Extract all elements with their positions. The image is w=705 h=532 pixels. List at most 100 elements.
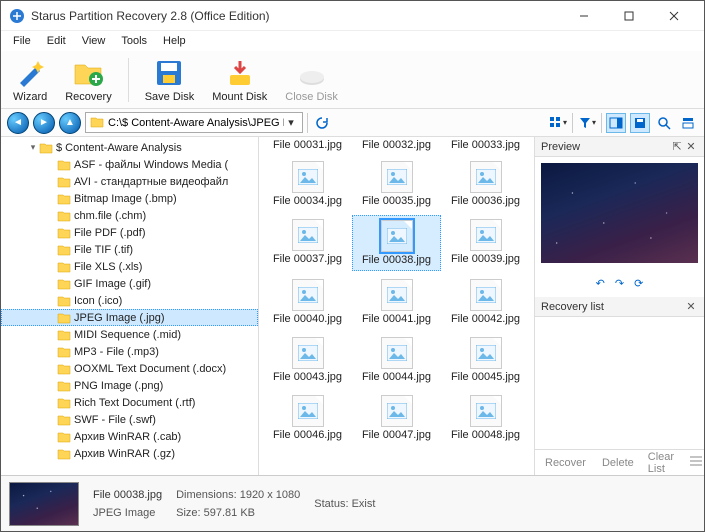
maximize-button[interactable] bbox=[606, 2, 651, 30]
wizard-button[interactable]: Wizard bbox=[7, 55, 53, 105]
recover-button[interactable]: Recover bbox=[539, 455, 592, 471]
clear-list-button[interactable]: Clear List bbox=[642, 449, 680, 476]
file-item[interactable]: File 00037.jpg bbox=[263, 215, 352, 271]
options-button[interactable] bbox=[678, 113, 698, 133]
folder-icon bbox=[57, 346, 71, 358]
folder-icon bbox=[90, 116, 104, 130]
file-item[interactable]: File 00036.jpg bbox=[441, 157, 530, 211]
image-file-icon bbox=[470, 395, 502, 427]
folder-icon bbox=[57, 261, 71, 273]
menu-help[interactable]: Help bbox=[155, 33, 194, 49]
minimize-button[interactable] bbox=[561, 2, 606, 30]
tree-item[interactable]: File PDF (.pdf) bbox=[1, 224, 258, 241]
view-options-button[interactable]: ▾ bbox=[548, 113, 568, 133]
image-file-icon bbox=[470, 219, 502, 251]
preview-pin-icon[interactable]: ⇱ bbox=[670, 140, 684, 153]
preview-image bbox=[541, 163, 698, 263]
image-file-icon bbox=[381, 220, 413, 252]
list-view-icon[interactable] bbox=[684, 454, 704, 471]
window-title: Starus Partition Recovery 2.8 (Office Ed… bbox=[31, 9, 561, 23]
close-button[interactable] bbox=[651, 2, 696, 30]
rotate-left-icon[interactable]: ↶ bbox=[596, 277, 605, 290]
tree-item[interactable]: Архив WinRAR (.cab) bbox=[1, 428, 258, 445]
save-disk-button[interactable]: Save Disk bbox=[139, 55, 201, 105]
tree-item[interactable]: chm.file (.chm) bbox=[1, 207, 258, 224]
menu-view[interactable]: View bbox=[74, 33, 114, 49]
file-item[interactable]: File 00039.jpg bbox=[441, 215, 530, 271]
tree-item[interactable]: ASF - файлы Windows Media ( bbox=[1, 156, 258, 173]
folder-tree[interactable]: ▾$ Content-Aware AnalysisASF - файлы Win… bbox=[1, 137, 259, 475]
file-item[interactable]: File 00045.jpg bbox=[441, 333, 530, 387]
file-item[interactable]: File 00033.jpg bbox=[441, 137, 530, 157]
image-file-icon bbox=[292, 279, 324, 311]
image-file-icon bbox=[470, 161, 502, 193]
tree-item[interactable]: Архив WinRAR (.gz) bbox=[1, 445, 258, 462]
file-item[interactable]: File 00048.jpg bbox=[441, 391, 530, 445]
file-item[interactable]: File 00047.jpg bbox=[352, 391, 441, 445]
nav-up-button[interactable]: ▲ bbox=[59, 112, 81, 134]
folder-icon bbox=[57, 363, 71, 375]
tree-item[interactable]: MIDI Sequence (.mid) bbox=[1, 326, 258, 343]
mount-disk-button[interactable]: Mount Disk bbox=[206, 55, 273, 105]
tree-item[interactable]: JPEG Image (.jpg) bbox=[1, 309, 258, 326]
file-item[interactable]: File 00044.jpg bbox=[352, 333, 441, 387]
tree-item[interactable]: File XLS (.xls) bbox=[1, 258, 258, 275]
image-file-icon bbox=[292, 337, 324, 369]
search-button[interactable] bbox=[654, 113, 674, 133]
side-panel: Preview ⇱ ✕ ↶ ↷ ⟳ Recovery list ✕ Recove… bbox=[534, 137, 704, 475]
file-item[interactable]: File 00038.jpg bbox=[352, 215, 441, 271]
file-item[interactable]: File 00043.jpg bbox=[263, 333, 352, 387]
rotate-right-icon[interactable]: ↷ bbox=[615, 277, 624, 290]
folder-icon bbox=[57, 448, 71, 460]
nav-back-button[interactable]: ◄ bbox=[7, 112, 29, 134]
file-item[interactable]: File 00041.jpg bbox=[352, 275, 441, 329]
filter-button[interactable]: ▾ bbox=[577, 113, 597, 133]
tree-item[interactable]: Bitmap Image (.bmp) bbox=[1, 190, 258, 207]
tree-item[interactable]: Icon (.ico) bbox=[1, 292, 258, 309]
file-item[interactable]: File 00042.jpg bbox=[441, 275, 530, 329]
delete-button[interactable]: Delete bbox=[596, 455, 640, 471]
recovery-button[interactable]: Recovery bbox=[59, 55, 117, 105]
preview-close-icon[interactable]: ✕ bbox=[684, 140, 698, 153]
nav-forward-button[interactable]: ► bbox=[33, 112, 55, 134]
file-item[interactable]: File 00046.jpg bbox=[263, 391, 352, 445]
tree-item[interactable]: AVI - стандартные видеофайл bbox=[1, 173, 258, 190]
file-list[interactable]: File 00031.jpgFile 00032.jpgFile 00033.j… bbox=[259, 137, 534, 475]
preview-label: Preview bbox=[541, 141, 580, 153]
file-item[interactable]: File 00040.jpg bbox=[263, 275, 352, 329]
recovery-list-panel: Recovery list ✕ bbox=[535, 297, 704, 449]
file-item[interactable]: File 00031.jpg bbox=[263, 137, 352, 157]
tree-item[interactable]: OOXML Text Document (.docx) bbox=[1, 360, 258, 377]
close-disk-button: Close Disk bbox=[279, 55, 344, 105]
refresh-button[interactable] bbox=[312, 113, 332, 133]
tree-item[interactable]: GIF Image (.gif) bbox=[1, 275, 258, 292]
preview-toggle-button[interactable] bbox=[606, 113, 626, 133]
image-file-icon bbox=[381, 337, 413, 369]
menu-file[interactable]: File bbox=[5, 33, 39, 49]
file-item[interactable]: File 00034.jpg bbox=[263, 157, 352, 211]
recovery-list-close-icon[interactable]: ✕ bbox=[684, 300, 698, 313]
address-field[interactable]: ▾ bbox=[85, 112, 303, 133]
tree-root[interactable]: ▾$ Content-Aware Analysis bbox=[1, 139, 258, 156]
tree-item[interactable]: SWF - File (.swf) bbox=[1, 411, 258, 428]
status-dimensions: 1920 x 1080 bbox=[240, 489, 301, 501]
save-panel-button[interactable] bbox=[630, 113, 650, 133]
menu-edit[interactable]: Edit bbox=[39, 33, 74, 49]
folder-icon bbox=[57, 295, 71, 307]
folder-icon bbox=[57, 193, 71, 205]
close-disk-icon bbox=[296, 57, 328, 89]
menu-tools[interactable]: Tools bbox=[113, 33, 155, 49]
tree-item[interactable]: MP3 - File (.mp3) bbox=[1, 343, 258, 360]
image-file-icon bbox=[292, 395, 324, 427]
save-disk-icon bbox=[153, 57, 185, 89]
address-input[interactable] bbox=[108, 117, 284, 129]
status-thumbnail bbox=[9, 482, 79, 526]
address-dropdown-icon[interactable]: ▾ bbox=[284, 116, 298, 129]
tree-item[interactable]: File TIF (.tif) bbox=[1, 241, 258, 258]
file-item[interactable]: File 00032.jpg bbox=[352, 137, 441, 157]
file-item[interactable]: File 00035.jpg bbox=[352, 157, 441, 211]
refresh-preview-icon[interactable]: ⟳ bbox=[634, 277, 643, 290]
tree-item[interactable]: Rich Text Document (.rtf) bbox=[1, 394, 258, 411]
address-bar: ◄ ► ▲ ▾ ▾ ▾ bbox=[1, 109, 704, 137]
tree-item[interactable]: PNG Image (.png) bbox=[1, 377, 258, 394]
